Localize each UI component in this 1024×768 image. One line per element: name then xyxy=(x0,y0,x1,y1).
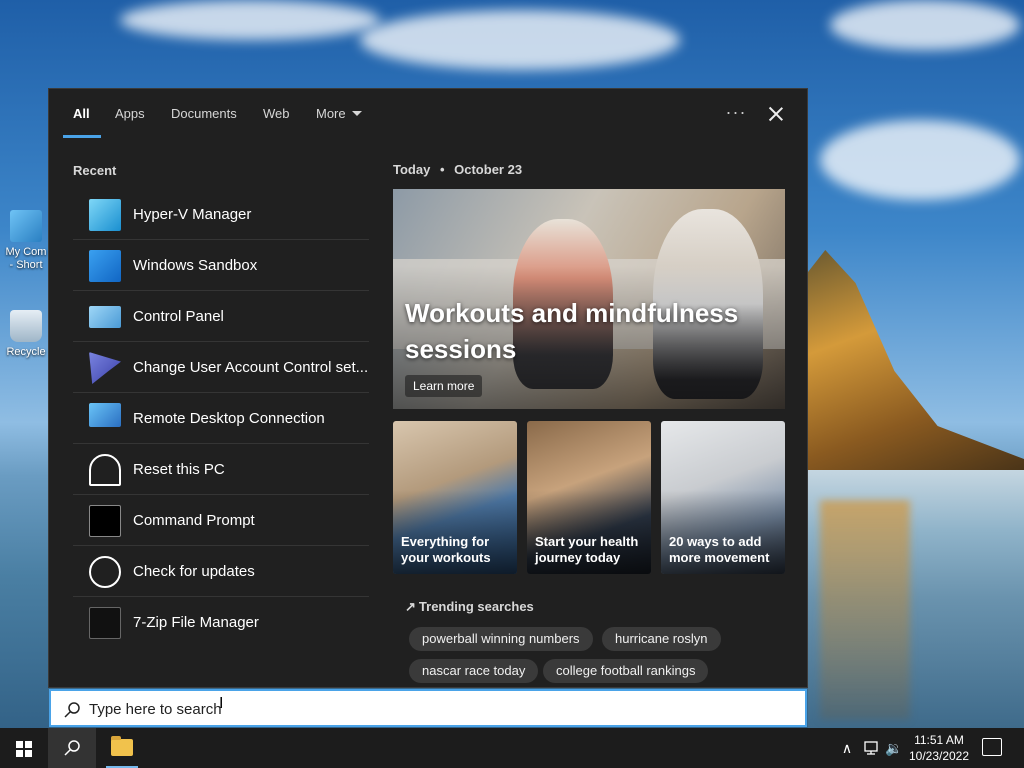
7zip-icon xyxy=(89,607,121,639)
refresh-icon xyxy=(89,556,121,588)
list-item-label: Change User Account Control set... xyxy=(133,359,369,376)
news-card[interactable]: Everything for your workouts xyxy=(393,421,517,574)
search-icon xyxy=(64,702,80,718)
windows-logo-icon xyxy=(16,741,32,757)
clock[interactable]: 11:51 AM 10/23/2022 xyxy=(906,732,972,764)
list-item-label: 7-Zip File Manager xyxy=(133,614,259,631)
tab-documents[interactable]: Documents xyxy=(171,106,237,121)
recent-heading: Recent xyxy=(73,163,117,178)
list-item-label: Command Prompt xyxy=(133,512,255,529)
cloud xyxy=(360,10,680,70)
taskbar: ∧ 🔉 11:51 AM 10/23/2022 xyxy=(0,728,1024,768)
list-item-label: Remote Desktop Connection xyxy=(133,410,325,427)
trending-heading: ↗ Trending searches xyxy=(405,599,534,615)
list-item-label: Reset this PC xyxy=(133,461,225,478)
search-tabs: All Apps Documents Web More ··· xyxy=(49,89,807,138)
card-caption: Everything for your workouts xyxy=(401,534,491,565)
trending-chip[interactable]: hurricane roslyn xyxy=(602,627,721,651)
desktop-icon-label: My Com xyxy=(5,246,47,258)
list-item-label: Control Panel xyxy=(133,308,224,325)
list-item-label: Windows Sandbox xyxy=(133,257,258,274)
list-item[interactable]: Remote Desktop Connection xyxy=(73,393,369,444)
tab-apps[interactable]: Apps xyxy=(115,106,145,121)
start-button[interactable] xyxy=(0,728,48,768)
clock-time: 11:51 AM xyxy=(914,733,964,747)
chevron-down-icon xyxy=(351,111,362,116)
trending-chip[interactable]: powerball winning numbers xyxy=(409,627,593,651)
folder-icon xyxy=(111,736,133,756)
desktop-icon-recycle-bin[interactable]: Recycle xyxy=(0,310,52,359)
list-item[interactable]: Check for updates xyxy=(73,546,369,597)
file-explorer-button[interactable] xyxy=(98,728,146,768)
desktop-icon-my-computer[interactable]: My Com - Short xyxy=(0,210,52,272)
sandbox-icon xyxy=(89,250,121,282)
rock-reflection xyxy=(820,500,910,720)
search-input[interactable] xyxy=(89,699,689,719)
recent-list: Hyper-V Manager Windows Sandbox Control … xyxy=(73,189,369,648)
network-icon[interactable] xyxy=(862,739,880,757)
remote-desktop-icon xyxy=(89,403,121,427)
desktop-icon-label: - Short xyxy=(9,259,43,271)
news-card[interactable]: 20 ways to add more movement xyxy=(661,421,785,574)
rock-formation xyxy=(808,250,1024,470)
desktop-icon-label: Recycle xyxy=(6,346,46,358)
search-panel: All Apps Documents Web More ··· Recent H… xyxy=(48,88,808,688)
control-panel-icon xyxy=(89,306,121,328)
tab-web[interactable]: Web xyxy=(263,106,290,121)
hero-title: Workouts and mindfulness sessions xyxy=(405,298,739,364)
tab-more-label: More xyxy=(316,106,346,121)
trending-arrow-icon: ↗ xyxy=(405,599,416,614)
uac-flag-icon xyxy=(89,352,121,384)
cloud xyxy=(820,120,1020,200)
command-prompt-icon xyxy=(89,505,121,537)
list-item-label: Hyper-V Manager xyxy=(133,206,252,223)
taskbar-search-button[interactable] xyxy=(48,728,96,768)
list-item[interactable]: Reset this PC xyxy=(73,444,369,495)
reset-pc-icon xyxy=(89,454,121,486)
list-item[interactable]: Command Prompt xyxy=(73,495,369,546)
cloud xyxy=(120,0,380,40)
today-date: October 23 xyxy=(454,162,523,177)
today-separator: • xyxy=(439,162,445,177)
computer-icon xyxy=(10,210,42,242)
trending-label: Trending searches xyxy=(418,599,534,614)
search-box[interactable]: I xyxy=(49,689,807,727)
active-tab-indicator xyxy=(63,135,101,138)
hyperv-icon xyxy=(89,199,121,231)
list-item-label: Check for updates xyxy=(133,563,255,580)
hero-card[interactable]: Workouts and mindfulness sessions Learn … xyxy=(393,189,785,409)
today-label: Today xyxy=(393,162,431,177)
cloud xyxy=(830,0,1020,50)
learn-more-button[interactable]: Learn more xyxy=(405,375,483,397)
clock-date: 10/23/2022 xyxy=(908,749,970,763)
list-item[interactable]: 7-Zip File Manager xyxy=(73,597,369,648)
show-hidden-icons-button[interactable]: ∧ xyxy=(838,739,856,757)
tab-all[interactable]: All xyxy=(73,106,90,121)
news-card[interactable]: Start your health journey today xyxy=(527,421,651,574)
more-options-button[interactable]: ··· xyxy=(723,99,749,127)
list-item[interactable]: Change User Account Control set... xyxy=(73,342,369,393)
list-item[interactable]: Control Panel xyxy=(73,291,369,342)
search-icon xyxy=(64,740,80,756)
list-item[interactable]: Windows Sandbox xyxy=(73,240,369,291)
recycle-bin-icon xyxy=(10,310,42,342)
trending-chip[interactable]: nascar race today xyxy=(409,659,539,683)
today-heading: Today • October 23 xyxy=(393,162,522,177)
card-caption: 20 ways to add more movement xyxy=(669,534,770,565)
trending-chip[interactable]: college football rankings xyxy=(543,659,709,683)
tab-more[interactable]: More xyxy=(316,106,362,121)
card-caption: Start your health journey today xyxy=(535,534,639,565)
close-button[interactable] xyxy=(763,101,789,127)
text-cursor-icon: I xyxy=(219,695,224,712)
notification-icon[interactable] xyxy=(982,738,1002,756)
volume-icon[interactable]: 🔉 xyxy=(885,739,903,757)
list-item[interactable]: Hyper-V Manager xyxy=(73,189,369,240)
